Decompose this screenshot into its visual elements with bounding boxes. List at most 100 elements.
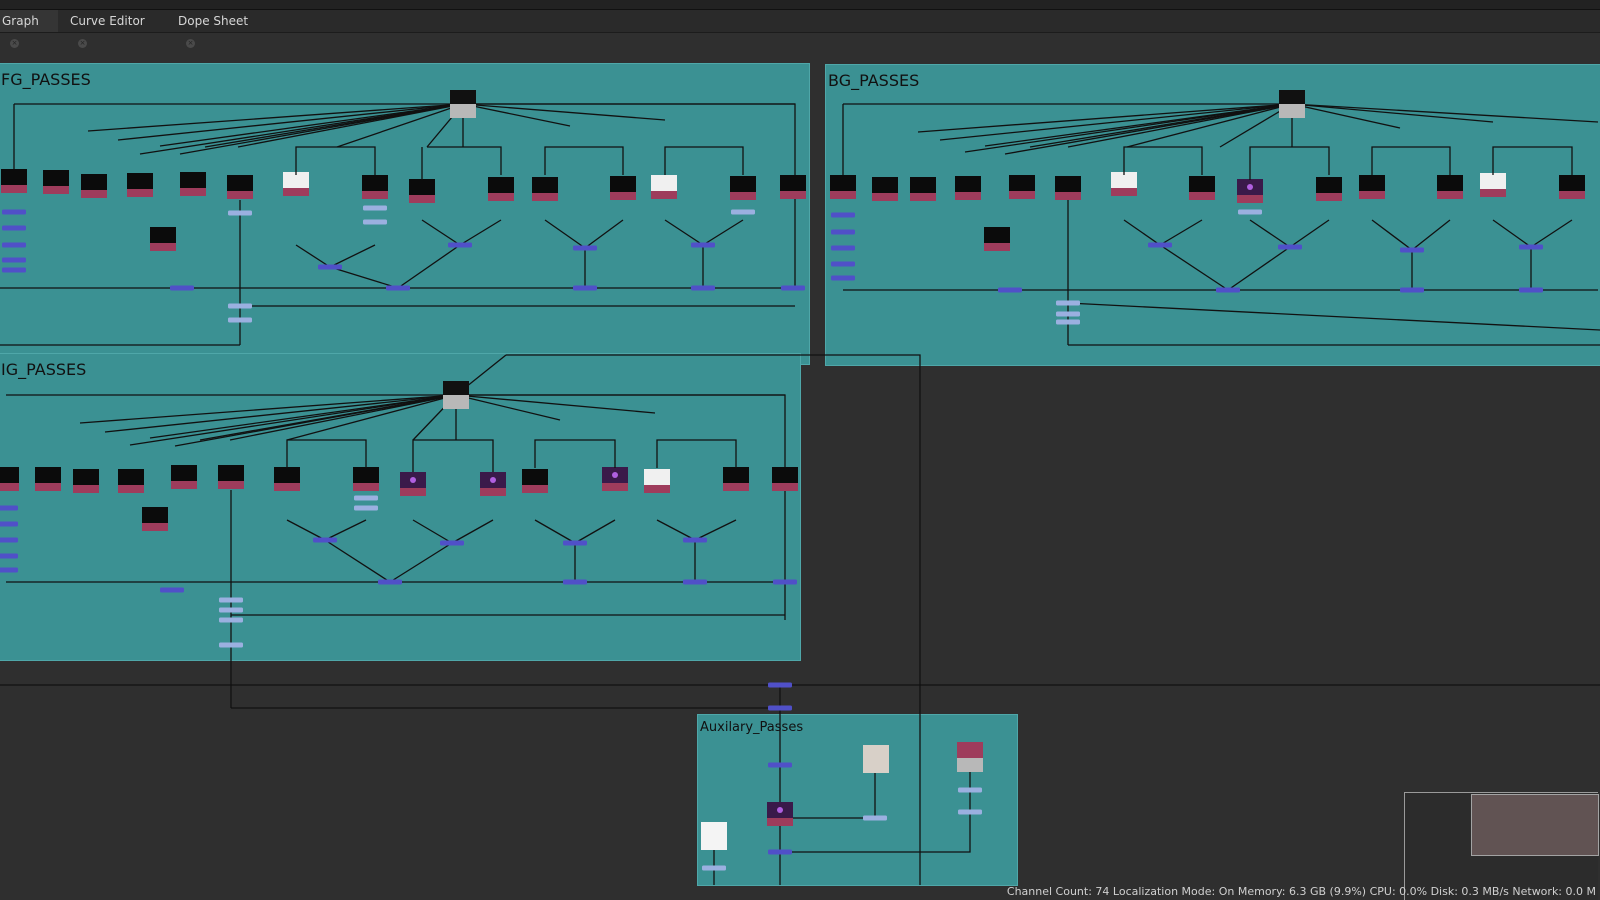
merge-node-icon[interactable] xyxy=(683,537,707,543)
merge-node-icon[interactable] xyxy=(354,495,378,501)
read-node-icon[interactable] xyxy=(283,172,309,196)
merge-node-icon[interactable] xyxy=(1216,287,1240,293)
merge-node-icon[interactable] xyxy=(998,287,1022,293)
merge-node-icon[interactable] xyxy=(731,209,755,215)
merge-node-icon[interactable] xyxy=(768,682,792,688)
merge-node-icon[interactable] xyxy=(448,242,472,248)
merge-node-icon[interactable] xyxy=(831,229,855,235)
merge-node-icon[interactable] xyxy=(318,264,342,270)
read-node-icon[interactable] xyxy=(772,467,798,491)
read-node-icon[interactable] xyxy=(644,469,670,493)
merge-node-icon[interactable] xyxy=(831,212,855,218)
read-node-icon[interactable] xyxy=(0,467,19,491)
read-node-icon[interactable] xyxy=(1237,179,1263,203)
merge-node-icon[interactable] xyxy=(1400,247,1424,253)
merge-node-icon[interactable] xyxy=(573,245,597,251)
merge-node-icon[interactable] xyxy=(563,540,587,546)
read-node-icon[interactable] xyxy=(218,465,244,489)
merge-node-icon[interactable] xyxy=(563,579,587,585)
merge-node-icon[interactable] xyxy=(160,587,184,593)
merge-node-icon[interactable] xyxy=(386,285,410,291)
read-node-icon[interactable] xyxy=(1111,172,1137,196)
read-node-icon[interactable] xyxy=(872,177,898,201)
merge-node-icon[interactable] xyxy=(2,257,26,263)
merge-node-icon[interactable] xyxy=(219,597,243,603)
read-node-icon[interactable] xyxy=(1559,175,1585,199)
read-node-icon[interactable] xyxy=(274,467,300,491)
merge-node-icon[interactable] xyxy=(2,225,26,231)
merge-node-icon[interactable] xyxy=(440,540,464,546)
read-node-icon[interactable] xyxy=(701,822,727,850)
merge-node-icon[interactable] xyxy=(219,607,243,613)
merge-node-icon[interactable] xyxy=(768,762,792,768)
merge-node-icon[interactable] xyxy=(768,849,792,855)
merge-node-icon[interactable] xyxy=(363,219,387,225)
read-node-icon[interactable] xyxy=(955,176,981,200)
read-node-icon[interactable] xyxy=(1437,175,1463,199)
merge-node-icon[interactable] xyxy=(0,505,18,511)
merge-node-icon[interactable] xyxy=(1278,244,1302,250)
read-node-icon[interactable] xyxy=(409,179,435,203)
read-node-icon[interactable] xyxy=(118,469,144,493)
read-node-icon[interactable] xyxy=(488,177,514,201)
read-node-icon[interactable] xyxy=(730,176,756,200)
merge-node-icon[interactable] xyxy=(781,285,805,291)
read-node-icon[interactable] xyxy=(1009,175,1035,199)
merge-node-icon[interactable] xyxy=(219,617,243,623)
merge-node-icon[interactable] xyxy=(219,642,243,648)
read-node-icon[interactable] xyxy=(353,467,379,491)
merge-node-icon[interactable] xyxy=(863,815,887,821)
read-node-icon[interactable] xyxy=(150,227,176,251)
read-node-icon[interactable] xyxy=(127,173,153,197)
merge-node-icon[interactable] xyxy=(702,865,726,871)
read-node-icon[interactable] xyxy=(610,176,636,200)
read-node-icon[interactable] xyxy=(984,227,1010,251)
read-node-icon[interactable] xyxy=(1189,176,1215,200)
read-node-icon[interactable] xyxy=(480,472,506,496)
read-node-icon[interactable] xyxy=(227,175,253,199)
read-node-icon[interactable] xyxy=(1,169,27,193)
tab-dope-sheet[interactable]: Dope Sheet× xyxy=(168,10,264,48)
merge-node-icon[interactable] xyxy=(1400,287,1424,293)
merge-node-icon[interactable] xyxy=(691,242,715,248)
merge-node-icon[interactable] xyxy=(0,567,18,573)
merge-node-icon[interactable] xyxy=(831,245,855,251)
merge-node-icon[interactable] xyxy=(1238,209,1262,215)
merge-node-icon[interactable] xyxy=(1056,300,1080,306)
read-node-icon[interactable] xyxy=(723,467,749,491)
merge-node-icon[interactable] xyxy=(0,537,18,543)
read-node-icon[interactable] xyxy=(81,174,107,198)
minimap[interactable] xyxy=(1404,792,1599,900)
merge-node-icon[interactable] xyxy=(228,303,252,309)
merge-node-icon[interactable] xyxy=(1056,319,1080,325)
merge-node-icon[interactable] xyxy=(831,261,855,267)
read-node-icon[interactable] xyxy=(602,467,628,491)
read-node-icon[interactable] xyxy=(362,175,388,199)
read-node-icon[interactable] xyxy=(73,469,99,493)
read-node-icon[interactable] xyxy=(532,177,558,201)
merge-node-icon[interactable] xyxy=(691,285,715,291)
merge-node-icon[interactable] xyxy=(0,521,18,527)
read-node-icon[interactable] xyxy=(1359,175,1385,199)
merge-node-icon[interactable] xyxy=(378,579,402,585)
read-node-icon[interactable] xyxy=(830,175,856,199)
merge-node-icon[interactable] xyxy=(170,285,194,291)
merge-node-icon[interactable] xyxy=(683,579,707,585)
read-node-icon[interactable] xyxy=(863,745,889,773)
merge-node-icon[interactable] xyxy=(354,505,378,511)
read-node-icon[interactable] xyxy=(957,742,983,758)
read-node-icon[interactable] xyxy=(35,467,61,491)
read-node-icon[interactable] xyxy=(142,507,168,531)
merge-node-icon[interactable] xyxy=(2,267,26,273)
merge-node-icon[interactable] xyxy=(573,285,597,291)
read-node-icon[interactable] xyxy=(1480,173,1506,197)
merge-node-icon[interactable] xyxy=(1148,242,1172,248)
read-node-icon[interactable] xyxy=(651,175,677,199)
read-node-icon[interactable] xyxy=(910,177,936,201)
merge-node-icon[interactable] xyxy=(2,209,26,215)
tab-curve-editor[interactable]: Curve Editor× xyxy=(60,10,164,48)
merge-node-icon[interactable] xyxy=(363,205,387,211)
tab-graph[interactable]: Graph× xyxy=(0,10,58,48)
read-node-icon[interactable] xyxy=(767,802,793,826)
merge-node-icon[interactable] xyxy=(1519,287,1543,293)
